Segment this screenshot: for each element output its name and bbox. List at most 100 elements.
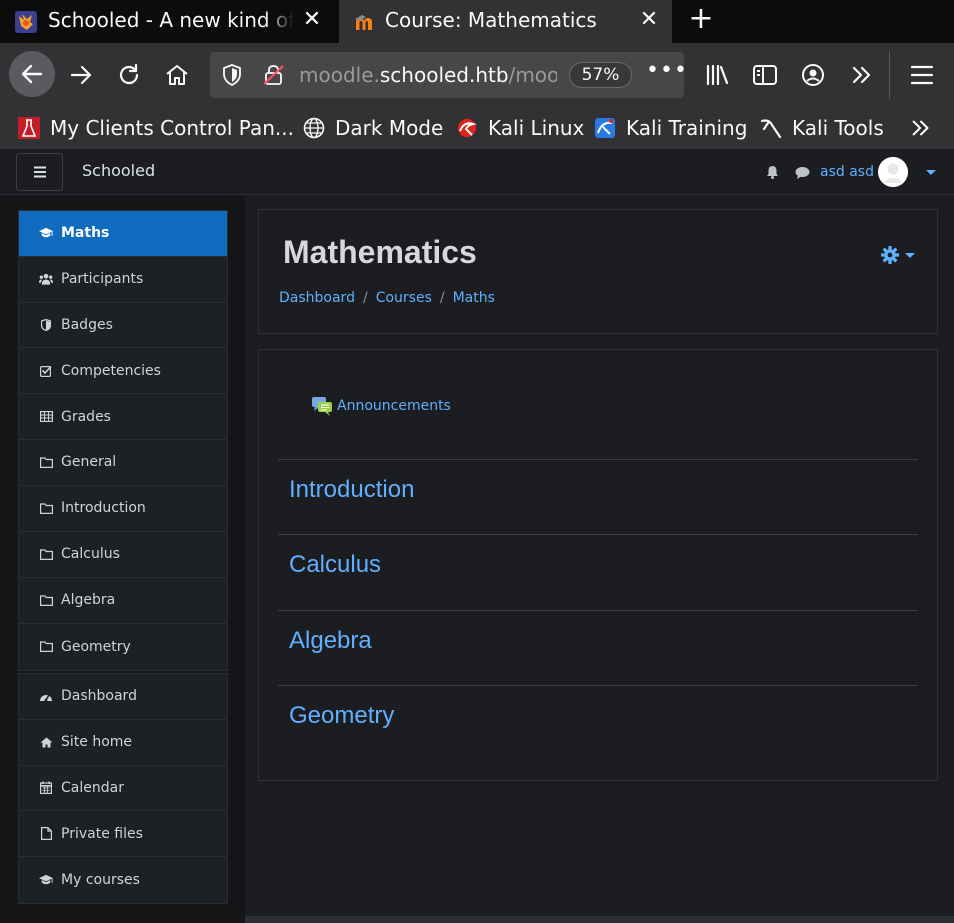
page-title: Mathematics [283,234,477,270]
sidebar-item-calendar[interactable]: Calendar [19,766,227,812]
tracking-shield-icon[interactable] [222,64,242,86]
reload-button[interactable] [109,55,149,95]
bookmark-label: My Clients Control Pan... [50,116,294,140]
section-title[interactable]: Calculus [289,551,381,579]
main-content: Mathematics Dashboard / Courses / Maths … [245,195,954,923]
file-icon [39,827,53,841]
chevron-double-right-icon [912,120,929,136]
moodle-favicon-icon [355,15,372,30]
bookmark-kali-linux[interactable]: Kali Linux [456,115,584,141]
tab-schooled[interactable]: Schooled - A new kind of educational ✕ [0,0,339,43]
insecure-lock-icon[interactable] [262,64,286,86]
zoom-indicator[interactable]: 57% [569,62,632,88]
sidebar-item-label: Participants [61,271,144,288]
bookmark-kali-training[interactable]: Kali Training [594,115,747,141]
sidebar-item-dashboard[interactable]: Dashboard [19,674,227,720]
folder-icon [39,640,53,654]
tab-course-mathematics[interactable]: Course: Mathematics ✕ [339,0,672,43]
forward-button[interactable] [61,55,101,95]
sidebar-item-geometry[interactable]: Geometry [19,624,227,670]
sidebar-toggle-button[interactable] [745,55,785,95]
chevron-double-right-icon [852,66,871,84]
section-title[interactable]: Geometry [289,702,394,730]
sidebar-item-label: My courses [61,872,140,889]
folder-icon [39,547,53,561]
sidebar-item-maths[interactable]: Maths [19,211,227,257]
folder-icon [39,593,53,607]
breadcrumb-separator: / [362,290,368,306]
bookmark-kali-tools[interactable]: Kali Tools [760,115,884,141]
sidebar-item-algebra[interactable]: Algebra [19,578,227,624]
toolbar-separator [889,51,890,99]
breadcrumb-dashboard[interactable]: Dashboard [279,290,355,306]
app-menu-button[interactable] [902,55,942,95]
sidebar-item-label: Geometry [61,638,131,655]
reload-icon [119,63,139,85]
sidebar-item-introduction[interactable]: Introduction [19,486,227,532]
close-tab-icon[interactable]: ✕ [300,8,324,32]
arrow-left-icon [21,64,43,84]
hamburger-menu-icon [33,166,46,178]
sidebar-item-label: Introduction [61,500,146,517]
firefox-favicon-icon [15,11,37,33]
sidebar-item-private-files[interactable]: Private files [19,811,227,858]
back-button[interactable] [9,51,55,97]
section-geometry: Geometry [278,685,918,761]
sidebar-item-general[interactable]: General [19,440,227,486]
sidebar-item-site-home[interactable]: Site home [19,720,227,766]
sidebar-item-label: Badges [61,316,113,333]
breadcrumb-maths[interactable]: Maths [453,290,495,306]
calendar-icon [39,781,53,795]
close-tab-icon[interactable]: ✕ [637,8,661,32]
breadcrumb-courses[interactable]: Courses [376,290,432,306]
course-settings-menu[interactable] [881,246,915,264]
chat-bubble-icon[interactable] [795,166,810,179]
sidebar-item-calculus[interactable]: Calculus [19,532,227,578]
avatar[interactable] [878,157,908,187]
folder-icon [39,455,53,469]
kali-tools-icon [760,119,782,139]
drawer-toggle-button[interactable] [16,153,63,191]
home-button[interactable] [157,55,197,95]
bookmarks-overflow-button[interactable] [909,115,933,141]
section-algebra: Algebra [278,610,918,685]
overflow-button[interactable] [842,55,882,95]
home-icon [166,65,188,85]
site-navigation: Dashboard Site home Calendar Private fil… [18,673,228,904]
sidebar-item-my-courses[interactable]: My courses [19,857,227,903]
account-icon [802,64,824,86]
announcements-link[interactable]: Announcements [337,398,451,414]
browser-tab-bar: Schooled - A new kind of educational ✕ C… [0,0,954,43]
site-name[interactable]: Schooled [82,161,155,180]
sidebar-item-label: Competencies [61,362,161,379]
sidebar-icon [753,65,777,85]
chevron-down-icon [905,252,915,258]
url-text[interactable]: moodle.schooled.htb/moodle/course/view.p… [299,63,557,87]
user-menu-caret-icon[interactable] [926,169,936,175]
url-bar[interactable]: moodle.schooled.htb/moodle/course/view.p… [210,52,687,98]
breadcrumb: Dashboard / Courses / Maths [279,290,495,306]
bookmark-dark-mode[interactable]: Dark Mode [303,115,443,141]
sidebar-item-grades[interactable]: Grades [19,394,227,440]
sidebar-item-label: Site home [61,734,133,751]
shield-icon [39,318,53,332]
bookmark-clients-control-panel[interactable]: My Clients Control Pan... [18,115,294,141]
table-icon [39,410,53,424]
announcements-activity[interactable]: Announcements [311,396,451,416]
horizontal-scrollbar[interactable] [245,916,954,923]
section-title[interactable]: Introduction [289,476,414,504]
bell-icon[interactable] [766,165,779,179]
sidebar-item-badges[interactable]: Badges [19,303,227,349]
page-actions-menu-icon[interactable]: ••• [646,58,688,83]
sidebar-item-label: Maths [61,225,110,242]
account-button[interactable] [793,55,833,95]
new-tab-icon[interactable]: + [686,4,716,36]
dashboard-icon [39,689,53,703]
section-title[interactable]: Algebra [289,627,372,655]
forum-icon [312,397,332,416]
kali-training-icon [595,118,615,138]
sidebar-item-competencies[interactable]: Competencies [19,348,227,395]
user-name[interactable]: asd asd [820,164,874,180]
library-button[interactable] [697,55,737,95]
sidebar-item-participants[interactable]: Participants [19,257,227,303]
